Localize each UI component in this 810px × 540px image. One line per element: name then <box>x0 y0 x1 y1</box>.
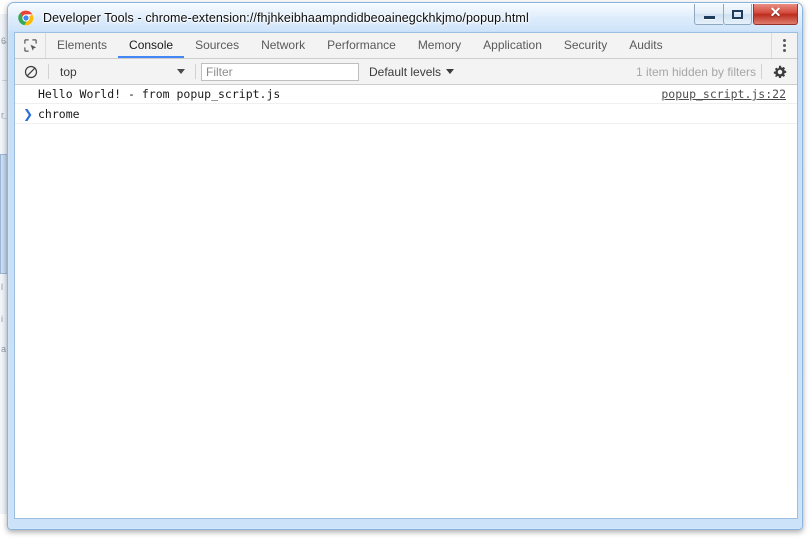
tab-label: Application <box>483 37 542 52</box>
window-title: Developer Tools - chrome-extension://fhj… <box>43 10 529 25</box>
clear-console-icon <box>24 65 38 78</box>
hidden-items-notice: 1 item hidden by filters <box>635 64 756 79</box>
console-prompt-input[interactable]: chrome <box>35 107 80 121</box>
close-icon: ✕ <box>769 6 782 21</box>
tab-label: Sources <box>195 37 240 52</box>
filter-input[interactable] <box>201 62 359 81</box>
tab-label: Audits <box>629 37 663 52</box>
tab-sources[interactable]: Sources <box>184 33 250 58</box>
tab-audits[interactable]: Audits <box>618 33 673 58</box>
devtools-window: Developer Tools - chrome-extension://fhj… <box>7 2 803 530</box>
execution-context-selector[interactable]: top <box>54 62 190 82</box>
tab-console[interactable]: Console <box>118 33 185 58</box>
minimize-button[interactable] <box>694 4 723 25</box>
chrome-logo-icon <box>18 9 34 26</box>
tab-security[interactable]: Security <box>553 33 618 58</box>
toolbar-divider <box>761 64 762 79</box>
tab-performance[interactable]: Performance <box>316 33 407 58</box>
toolbar-divider <box>48 64 49 79</box>
clear-console-button[interactable] <box>19 60 43 84</box>
tab-label: Network <box>261 37 306 52</box>
tab-memory[interactable]: Memory <box>407 33 472 58</box>
desktop-background: 6 r l i a Developer Tools - chrome-exten… <box>0 0 810 540</box>
chevron-down-icon <box>177 69 185 74</box>
console-prompt-row[interactable]: ❯ chrome <box>15 104 797 124</box>
gear-icon <box>773 65 787 78</box>
tab-label: Performance <box>327 37 396 52</box>
tab-label: Elements <box>57 37 108 52</box>
execution-context-value: top <box>60 64 77 79</box>
tab-elements[interactable]: Elements <box>46 33 118 58</box>
console-settings-button[interactable] <box>769 61 791 83</box>
window-controls: ✕ <box>694 4 798 25</box>
tab-label: Console <box>129 37 174 52</box>
prompt-chevron-icon: ❯ <box>23 106 34 121</box>
devtools-client-area: Elements Console Sources Network Perform… <box>14 32 798 519</box>
devtools-main-menu-button[interactable] <box>771 33 797 58</box>
console-message-list[interactable]: Hello World! - from popup_script.js popu… <box>15 85 797 518</box>
title-bar[interactable]: Developer Tools - chrome-extension://fhj… <box>8 3 802 32</box>
log-level-selector[interactable]: Default levels <box>369 64 455 79</box>
inspect-element-icon <box>23 39 37 52</box>
toolbar-divider <box>195 64 196 79</box>
tab-application[interactable]: Application <box>472 33 553 58</box>
tab-label: Security <box>563 37 608 52</box>
log-level-value: Default levels <box>369 64 442 79</box>
maximize-icon <box>732 9 743 19</box>
console-message-source-link[interactable]: popup_script.js:22 <box>661 87 786 101</box>
more-vertical-icon <box>783 39 786 52</box>
close-button[interactable]: ✕ <box>753 4 798 25</box>
chevron-down-icon <box>446 69 455 74</box>
inspect-element-button[interactable] <box>15 33 46 58</box>
maximize-button[interactable] <box>723 4 752 25</box>
tab-label: Memory <box>417 37 462 52</box>
minimize-icon <box>703 15 715 19</box>
devtools-tab-strip: Elements Console Sources Network Perform… <box>15 33 797 59</box>
console-toolbar: top Default levels 1 item hidden by filt… <box>15 59 797 85</box>
tab-network[interactable]: Network <box>250 33 316 58</box>
console-message-row[interactable]: Hello World! - from popup_script.js popu… <box>15 85 797 104</box>
console-message-text: Hello World! - from popup_script.js <box>38 87 281 101</box>
